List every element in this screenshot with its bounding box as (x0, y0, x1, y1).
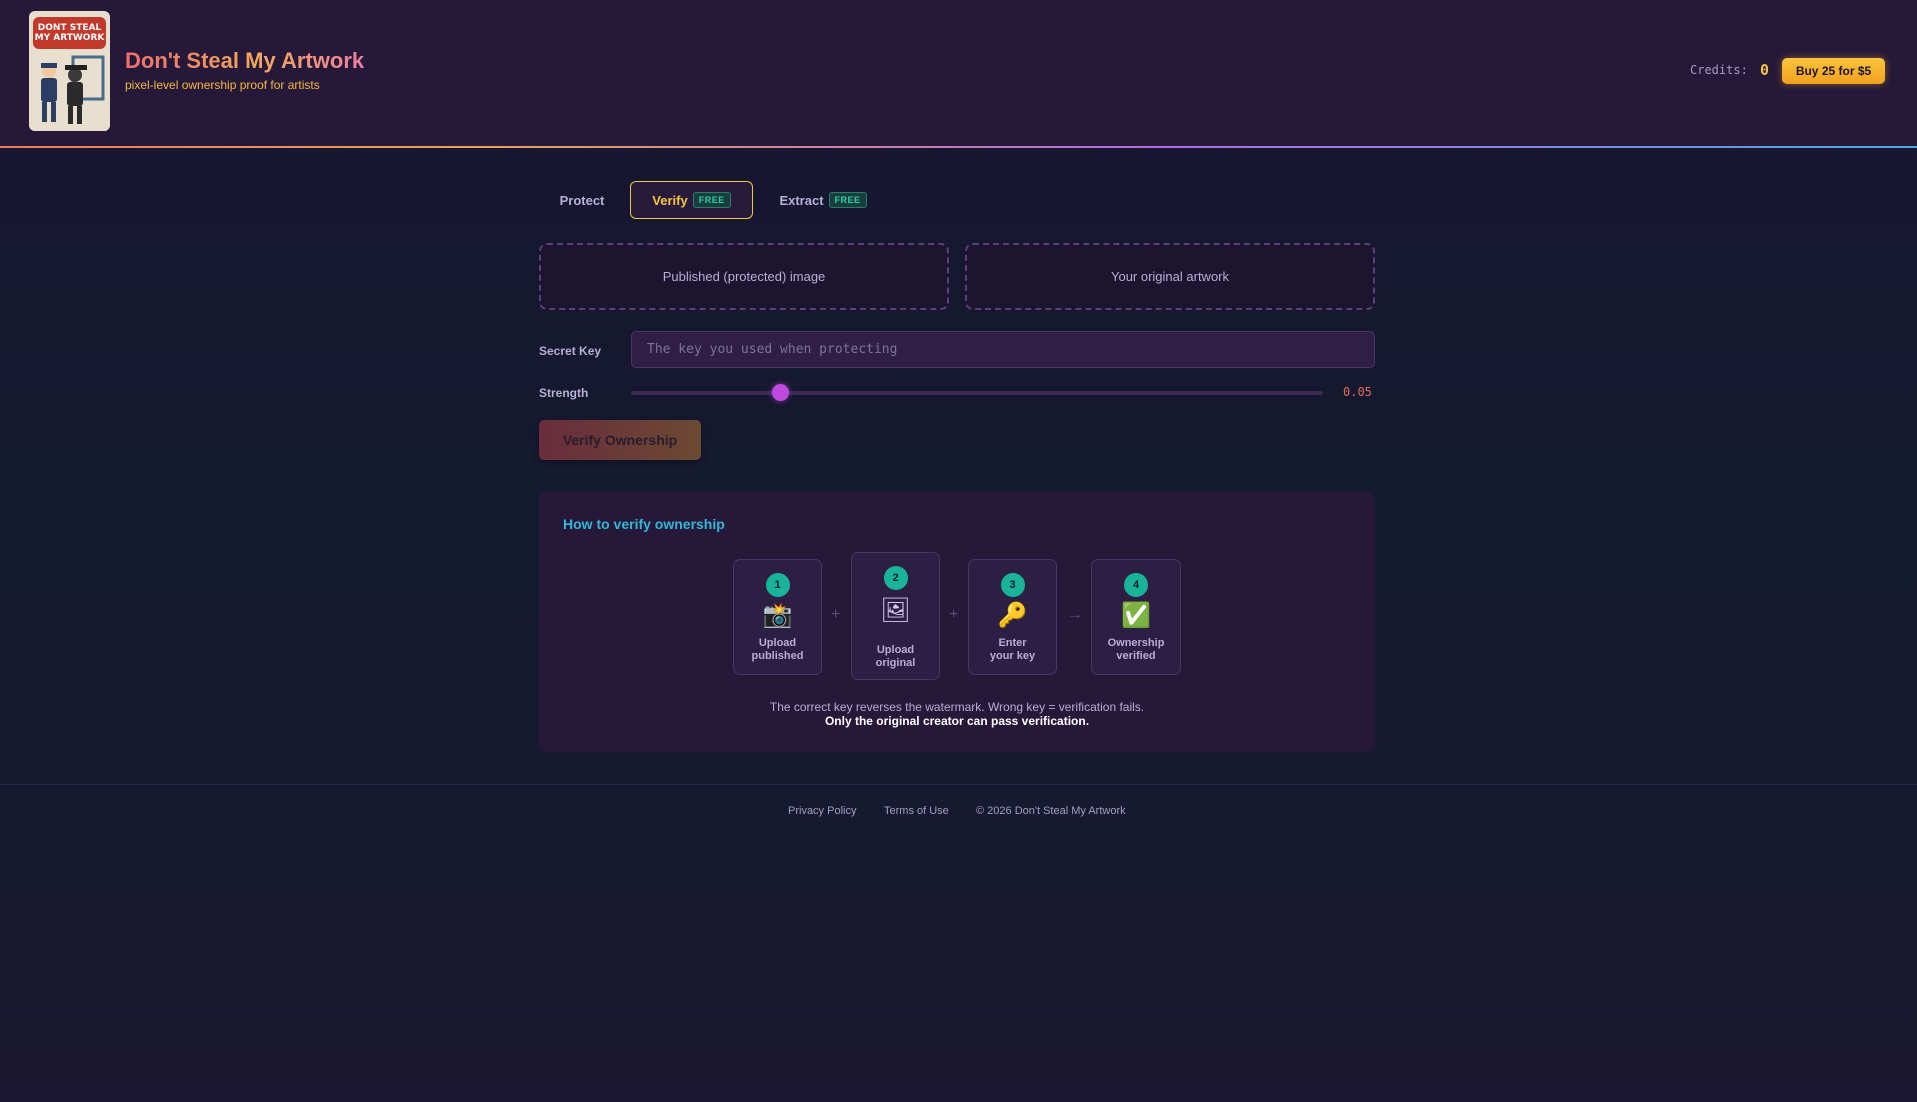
step-card: 2 🖼 Upload original (851, 552, 940, 680)
free-badge: FREE (828, 192, 867, 208)
step-label-line2: original (875, 657, 916, 669)
strength-slider-track[interactable] (631, 391, 1323, 395)
dropzone-label: Published (protected) image (662, 269, 826, 284)
tab-label: Extract (779, 192, 824, 208)
step-number: 2 (883, 566, 908, 590)
brand-logo[interactable]: DONT STEAL MY ARTWORK (29, 11, 110, 131)
credits-label: Credits: (1690, 63, 1748, 77)
terms-of-use-link[interactable]: Terms of Use (884, 805, 949, 817)
tab-label: Protect (559, 192, 605, 208)
step-number: 1 (765, 573, 790, 597)
app-header (0, 0, 1917, 148)
app-title: Don't Steal My Artwork (125, 48, 365, 73)
header-divider (0, 146, 1917, 148)
footer-divider (0, 784, 1917, 785)
secret-key-input[interactable] (631, 331, 1375, 368)
original-artwork-dropzone[interactable]: Your original artwork (965, 243, 1375, 310)
how-to-note: The correct key reverses the watermark. … (769, 700, 1145, 714)
check-icon: ✅ (1121, 602, 1151, 629)
plus-connector: + (831, 606, 841, 623)
how-to-panel: How to verify ownership 1 📸 Upload publi… (539, 492, 1375, 752)
thief-illustration-icon (29, 51, 110, 131)
tab-extract[interactable]: Extract FREE (760, 181, 886, 219)
picture-frame-icon: 🖼 (880, 597, 911, 624)
camera-icon: 📸 (762, 602, 793, 629)
copyright-text: © 2026 Don't Steal My Artwork (976, 805, 1126, 817)
secret-key-label: Secret Key (539, 344, 602, 358)
step-label-line1: Ownership (1107, 637, 1165, 649)
step-card: 1 📸 Upload published (733, 559, 822, 675)
verify-ownership-button[interactable]: Verify Ownership (539, 420, 701, 460)
credits-count: 0 (1760, 61, 1770, 79)
app-subtitle: pixel-level ownership proof for artists (125, 78, 320, 92)
published-image-dropzone[interactable]: Published (protected) image (539, 243, 949, 310)
strength-value: 0.05 (1343, 385, 1372, 399)
privacy-policy-link[interactable]: Privacy Policy (788, 805, 856, 817)
tab-protect[interactable]: Protect (539, 181, 625, 219)
step-label-line2: verified (1116, 650, 1156, 662)
step-label-line1: Upload (876, 644, 915, 656)
step-label-line1: Enter (998, 637, 1027, 649)
step-card: 4 ✅ Ownership verified (1091, 559, 1181, 675)
plus-connector: + (949, 606, 959, 623)
step-card: 3 🔑 Enter your key (968, 559, 1057, 675)
step-number: 3 (1000, 573, 1025, 597)
buy-credits-button[interactable]: Buy 25 for $5 (1782, 58, 1885, 84)
how-to-title: How to verify ownership (563, 516, 725, 532)
how-to-note-emphasis: Only the original creator can pass verif… (824, 714, 1090, 728)
dropzone-label: Your original artwork (1110, 269, 1230, 284)
key-icon: 🔑 (997, 602, 1028, 629)
strength-label: Strength (539, 386, 589, 400)
tab-verify[interactable]: Verify FREE (630, 181, 753, 219)
step-label-line2: published (751, 650, 804, 662)
strength-slider-thumb[interactable] (772, 384, 789, 401)
logo-banner: DONT STEAL MY ARTWORK (33, 17, 106, 49)
step-label-line1: Upload (758, 637, 797, 649)
tab-label: Verify (652, 192, 688, 208)
step-label-line2: your key (989, 650, 1036, 662)
arrow-connector: → (1067, 606, 1083, 623)
step-number: 4 (1124, 573, 1148, 597)
free-badge: FREE (692, 192, 731, 208)
